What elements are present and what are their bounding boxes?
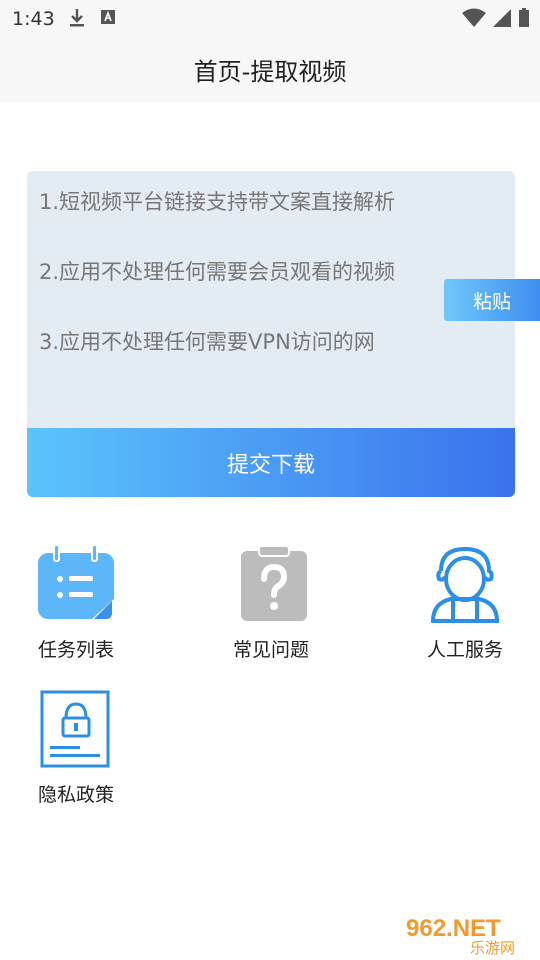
menu-item-task-list[interactable]: 任务列表	[16, 544, 136, 662]
menu-item-faq[interactable]: 常见问题	[211, 545, 331, 662]
watermark-text-bottom: 乐游网	[470, 939, 515, 956]
link-input-field[interactable]: 1.短视频平台链接支持带文案直接解析 2.应用不处理任何需要会员观看的视频 3.…	[39, 185, 429, 419]
question-clipboard-icon	[241, 545, 307, 621]
status-icons-right	[462, 8, 530, 28]
watermark-text-top: 962.NET	[406, 915, 501, 942]
download-icon	[70, 9, 84, 27]
lock-document-icon	[40, 690, 110, 768]
page-title: 首页-提取视频	[193, 58, 347, 86]
menu-label-privacy-policy: 隐私政策	[37, 784, 114, 806]
battery-icon	[519, 8, 529, 27]
a-icon	[101, 10, 115, 24]
menu-label-customer-service: 人工服务	[426, 639, 503, 661]
customer-service-icon	[430, 546, 500, 623]
signal-icon	[493, 9, 511, 27]
link-input-card: 1.短视频平台链接支持带文案直接解析 2.应用不处理任何需要会员观看的视频 3.…	[27, 171, 515, 497]
status-bar: 1:43	[0, 0, 540, 36]
menu-item-privacy-policy[interactable]: 隐私政策	[16, 690, 136, 807]
paste-button[interactable]: 粘贴	[444, 279, 540, 321]
title-bar: 首页-提取视频	[0, 36, 540, 102]
menu-label-faq: 常见问题	[232, 639, 309, 661]
status-time: 1:43	[12, 8, 55, 30]
wifi-icon	[462, 8, 486, 27]
calendar-list-icon	[38, 544, 114, 619]
menu-item-customer-service[interactable]: 人工服务	[405, 545, 525, 662]
menu-label-task-list: 任务列表	[37, 639, 114, 661]
submit-download-button[interactable]: 提交下载	[27, 428, 515, 497]
watermark-logo: 962.NET 乐游网	[406, 915, 515, 956]
status-icons-left	[68, 8, 116, 28]
